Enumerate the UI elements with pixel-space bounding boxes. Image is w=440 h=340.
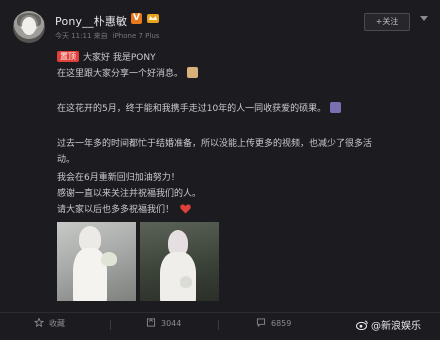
favorite-button[interactable]: 收藏	[34, 318, 65, 329]
post-meta: 今天 11:11 来自 iPhone 7 Plus	[55, 31, 164, 41]
divider	[110, 320, 111, 330]
post-time: 今天 11:11 来自	[55, 32, 108, 40]
post-text: 在这里跟大家分享一个好消息。	[57, 69, 184, 79]
divider	[0, 312, 440, 313]
post-device[interactable]: iPhone 7 Plus	[113, 32, 160, 40]
repost-button[interactable]: 3044	[146, 318, 181, 328]
verified-badge-icon: V	[131, 13, 142, 24]
post-text: 在这花开的5月，终于能和我携手走过10年的人一同收获爱的硕果。	[57, 104, 327, 114]
weibo-logo-icon	[356, 320, 368, 330]
heart-icon	[180, 204, 191, 214]
divider	[218, 320, 219, 330]
smile-emoji-icon	[187, 67, 199, 78]
comment-icon	[256, 318, 266, 327]
avatar[interactable]	[13, 11, 45, 43]
wedding-photo[interactable]	[140, 222, 219, 301]
post-text: 请大家以后也多多祝福我们！	[57, 205, 175, 215]
weibo-post-card: Pony__朴惠敏 V 今天 11:11 来自 iPhone 7 Plus +关注…	[0, 0, 440, 340]
watermark-text: @新浪娱乐	[371, 321, 421, 332]
post-text: 动。	[57, 155, 76, 165]
repost-icon	[146, 318, 156, 327]
post-text: 大家好 我是PONY	[83, 53, 156, 63]
couple-emoji-icon	[330, 102, 342, 113]
watermark: @新浪娱乐	[356, 317, 421, 332]
post-line: 置顶 大家好 我是PONY	[57, 50, 156, 63]
post-line: 在这里跟大家分享一个好消息。	[57, 66, 199, 79]
post-line: 请大家以后也多多祝福我们！	[57, 202, 191, 215]
username[interactable]: Pony__朴惠敏	[55, 13, 127, 29]
post-text: 感谢一直以来关注并祝福我们的人。	[57, 189, 202, 199]
chevron-down-icon[interactable]	[420, 16, 428, 21]
post-text: 我会在6月重新回归加油努力！	[57, 173, 180, 183]
repost-count: 3044	[161, 319, 182, 328]
comment-button[interactable]: 6859	[256, 318, 291, 328]
crown-icon	[147, 14, 159, 23]
follow-button[interactable]: +关注	[364, 13, 410, 31]
post-line: 在这花开的5月，终于能和我携手走过10年的人一同收获爱的硕果。	[57, 101, 342, 114]
comment-count: 6859	[271, 319, 292, 328]
favorite-label: 收藏	[49, 319, 65, 328]
pinned-badge: 置顶	[57, 51, 79, 62]
star-icon	[34, 318, 44, 327]
post-text: 过去一年多的时间都忙于结婚准备，所以没能上传更多的视频，也减少了很多活	[57, 139, 373, 149]
wedding-photo[interactable]	[57, 222, 136, 301]
